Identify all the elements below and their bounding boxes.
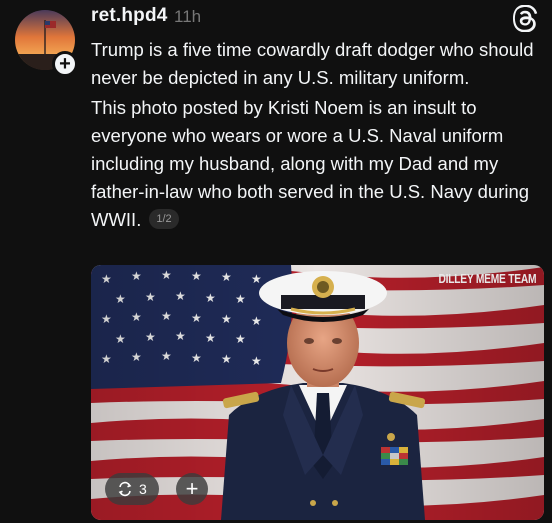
username[interactable]: ret.hpd4 <box>91 5 168 27</box>
page-indicator: 1/2 <box>149 209 179 230</box>
threads-logo-icon[interactable] <box>512 4 539 33</box>
stack-count: 3 <box>139 481 147 497</box>
media-stack-button[interactable]: 3 <box>105 473 159 505</box>
watermark: DILLEY MEME TEAM <box>438 272 536 286</box>
follow-button[interactable]: + <box>52 51 78 77</box>
post-paragraph: Trump is a five time cowardly draft dodg… <box>91 39 534 88</box>
repost-stack-icon <box>117 481 133 497</box>
add-button[interactable]: + <box>176 473 208 505</box>
post-body: Trump is a five time cowardly draft dodg… <box>91 36 541 234</box>
flag-portrait-image: ★★★★★★ ★★★★★ ★★★★★★ ★★★★★ ★★★★★★ <box>91 265 544 520</box>
post-timestamp: 11h <box>174 7 202 26</box>
post-image[interactable]: ★★★★★★ ★★★★★ ★★★★★★ ★★★★★ ★★★★★★ <box>91 265 544 520</box>
post-paragraph: This photo posted by Kristi Noem is an i… <box>91 94 541 234</box>
